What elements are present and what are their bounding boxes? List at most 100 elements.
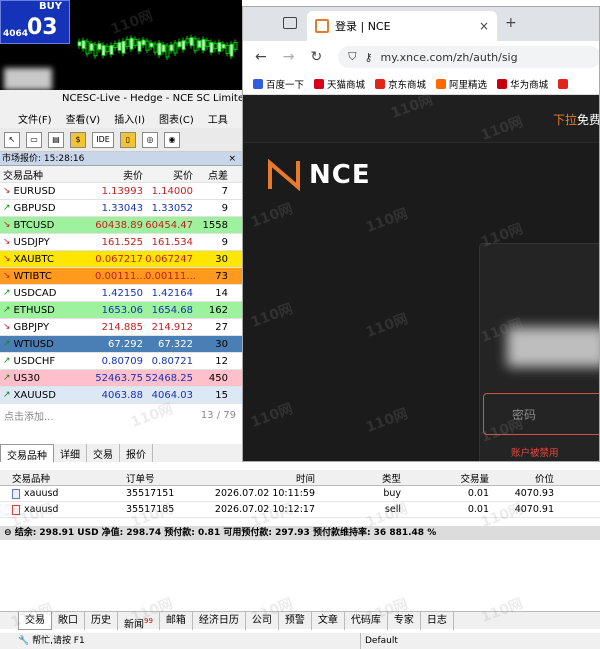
tab-symbols[interactable]: 交易品种 (0, 444, 54, 462)
ide-icon[interactable]: IDE (92, 131, 114, 148)
tab-3[interactable]: 新闻99 (118, 611, 160, 630)
tab-ticks[interactable]: 报价 (120, 444, 153, 462)
col-volume[interactable]: 交易量 (405, 471, 493, 485)
bookmark-2[interactable]: 京东商城 (375, 77, 426, 91)
back-icon[interactable]: ← (255, 49, 267, 65)
market-row-xauusd[interactable]: ↗ XAUUSD 4063.88 4064.03 15 (0, 387, 242, 404)
arrow-up-icon: ↗ (3, 356, 11, 366)
tab-5[interactable]: 经济日历 (193, 611, 246, 630)
tab-label: 文章 (317, 614, 338, 626)
tab-8[interactable]: 文章 (312, 611, 345, 630)
menu-tools[interactable]: 工具 (208, 111, 228, 126)
candle (197, 40, 202, 49)
order-symbol: xauusd (24, 504, 59, 515)
tab-9[interactable]: 代码库 (345, 611, 388, 630)
bid-price: 1.33043 (101, 202, 143, 214)
bid-price: 161.525 (101, 236, 143, 248)
one-click-buy-button[interactable]: BUY 4064 03 (0, 0, 70, 44)
symbol-name: WTIUSD (13, 338, 54, 350)
market-row-wtiusd[interactable]: ↗ WTIUSD 67.292 67.322 30 (0, 336, 242, 353)
bookmark-0[interactable]: 百度一下 (253, 77, 304, 91)
col-price[interactable]: 价位 (493, 471, 578, 485)
col-order[interactable]: 订单号 (122, 471, 207, 485)
table-row[interactable]: xauusd 35517151 2026.07.02 10:11:59 buy … (0, 486, 600, 502)
bookmark-3[interactable]: 阿里精选 (436, 77, 487, 91)
tab-10[interactable]: 专家 (388, 611, 421, 630)
key-icon[interactable]: ⚷ (364, 51, 372, 64)
spread-value: 450 (208, 372, 228, 384)
market-row-wtibtc[interactable]: ↘ WTIBTC 0.00111... 0.00111... 73 (0, 268, 242, 285)
tab-4[interactable]: 邮箱 (160, 611, 193, 630)
address-bar[interactable]: ⛉ ⚷ my.xnce.com/zh/auth/sig (338, 46, 599, 68)
tab-7[interactable]: 预警 (279, 611, 312, 630)
template-icon[interactable]: ▤ (48, 131, 64, 148)
spread-value: 27 (215, 321, 228, 333)
market-row-usdcad[interactable]: ↗ USDCAD 1.42150 1.42164 14 (0, 285, 242, 302)
vps-icon[interactable]: ◎ (142, 131, 158, 148)
candle (81, 40, 86, 50)
tab-details[interactable]: 详细 (54, 444, 87, 462)
market-row-gbpusd[interactable]: ↗ GBPUSD 1.33043 1.33052 9 (0, 200, 242, 217)
bag-icon[interactable]: ▯ (120, 131, 136, 148)
col-symbol[interactable]: 交易品种 (0, 471, 122, 485)
menu-file[interactable]: 文件(F) (18, 111, 52, 126)
tab-11[interactable]: 日志 (421, 611, 454, 630)
market-row-eurusd[interactable]: ↘ EURUSD 1.13993 1.14000 7 (0, 183, 242, 200)
toolbox-tabs: 交易 敞口 历史 新闻99 邮箱 经济日历 公司 预警 文章 代码库 专家 日志 (0, 611, 600, 630)
order-id: 35517151 (126, 488, 175, 499)
col-spread[interactable]: 点差 (195, 167, 232, 182)
market-row-ethusd[interactable]: ↗ ETHUSD 1653.06 1654.68 162 (0, 302, 242, 319)
col-time[interactable]: 时间 (207, 471, 319, 485)
order-time: 2026.07.02 10:11:59 (214, 488, 315, 499)
col-ask[interactable]: 买价 (145, 167, 195, 182)
tab-2[interactable]: 历史 (85, 611, 118, 630)
market-row-usdjpy[interactable]: ↘ USDJPY 161.525 161.534 9 (0, 234, 242, 251)
tab-list-icon[interactable] (283, 17, 297, 29)
bookmark-icon (558, 78, 569, 89)
market-row-xaubtc[interactable]: ↘ XAUBTC 0.067217 0.067247 30 (0, 251, 242, 268)
dollar-icon[interactable]: $ (70, 131, 86, 148)
bookmark-4[interactable]: 华为商城 (497, 77, 548, 91)
cursor-icon[interactable]: ↖ (4, 131, 20, 148)
new-tab-icon[interactable]: + (505, 15, 517, 31)
symbol-name: USDCAD (13, 287, 57, 299)
tab-6[interactable]: 公司 (246, 611, 279, 630)
market-row-btcusd[interactable]: ↘ BTCUSD 60438.89 60454.47 1558 (0, 217, 242, 234)
pull-menu[interactable]: 下拉 (553, 111, 577, 128)
tab-0[interactable]: 交易 (18, 611, 52, 630)
nce-logo-icon (268, 159, 300, 191)
add-symbol-link[interactable]: 点击添加... (4, 408, 54, 423)
free-link[interactable]: 免费 (577, 111, 599, 128)
bookmark-5[interactable] (558, 78, 571, 89)
spread-value: 30 (215, 338, 228, 350)
bookmark-1[interactable]: 天猫商城 (314, 77, 365, 91)
browser-tab[interactable]: 登录 | NCE × (307, 11, 497, 41)
candle (141, 39, 146, 46)
forward-icon[interactable]: → (283, 49, 295, 65)
col-type[interactable]: 类型 (319, 471, 405, 485)
signals-icon[interactable]: ◉ (164, 131, 180, 148)
shield-icon[interactable]: ⛉ (348, 50, 356, 64)
reload-icon[interactable]: ↻ (310, 49, 322, 65)
menu-insert[interactable]: 插入(I) (114, 111, 145, 126)
symbol-name: USDJPY (13, 236, 50, 248)
close-icon[interactable]: × (228, 152, 236, 166)
market-row-us30[interactable]: ↗ US30 52463.75 52468.25 450 (0, 370, 242, 387)
ask-price: 161.534 (151, 236, 193, 248)
candle (121, 40, 126, 54)
bid-price: 0.067217 (95, 253, 143, 265)
col-symbol[interactable]: 交易品种 (0, 167, 95, 182)
bookmark-icon (253, 78, 263, 89)
table-row[interactable]: xauusd 35517185 2026.07.02 10:12:17 sell… (0, 502, 600, 518)
menu-view[interactable]: 查看(V) (66, 111, 101, 126)
password-field[interactable]: 密码 (483, 393, 599, 435)
market-row-gbpjpy[interactable]: ↘ GBPJPY 214.885 214.912 27 (0, 319, 242, 336)
tab-1[interactable]: 敞口 (52, 611, 85, 630)
market-row-usdchf[interactable]: ↗ USDCHF 0.80709 0.80721 12 (0, 353, 242, 370)
tab-trading[interactable]: 交易 (87, 444, 120, 462)
chart-icon[interactable]: ▭ (26, 131, 42, 148)
menu-charts[interactable]: 图表(C) (159, 111, 194, 126)
candle (165, 45, 170, 58)
close-icon[interactable]: × (479, 19, 489, 33)
col-bid[interactable]: 卖价 (95, 167, 145, 182)
